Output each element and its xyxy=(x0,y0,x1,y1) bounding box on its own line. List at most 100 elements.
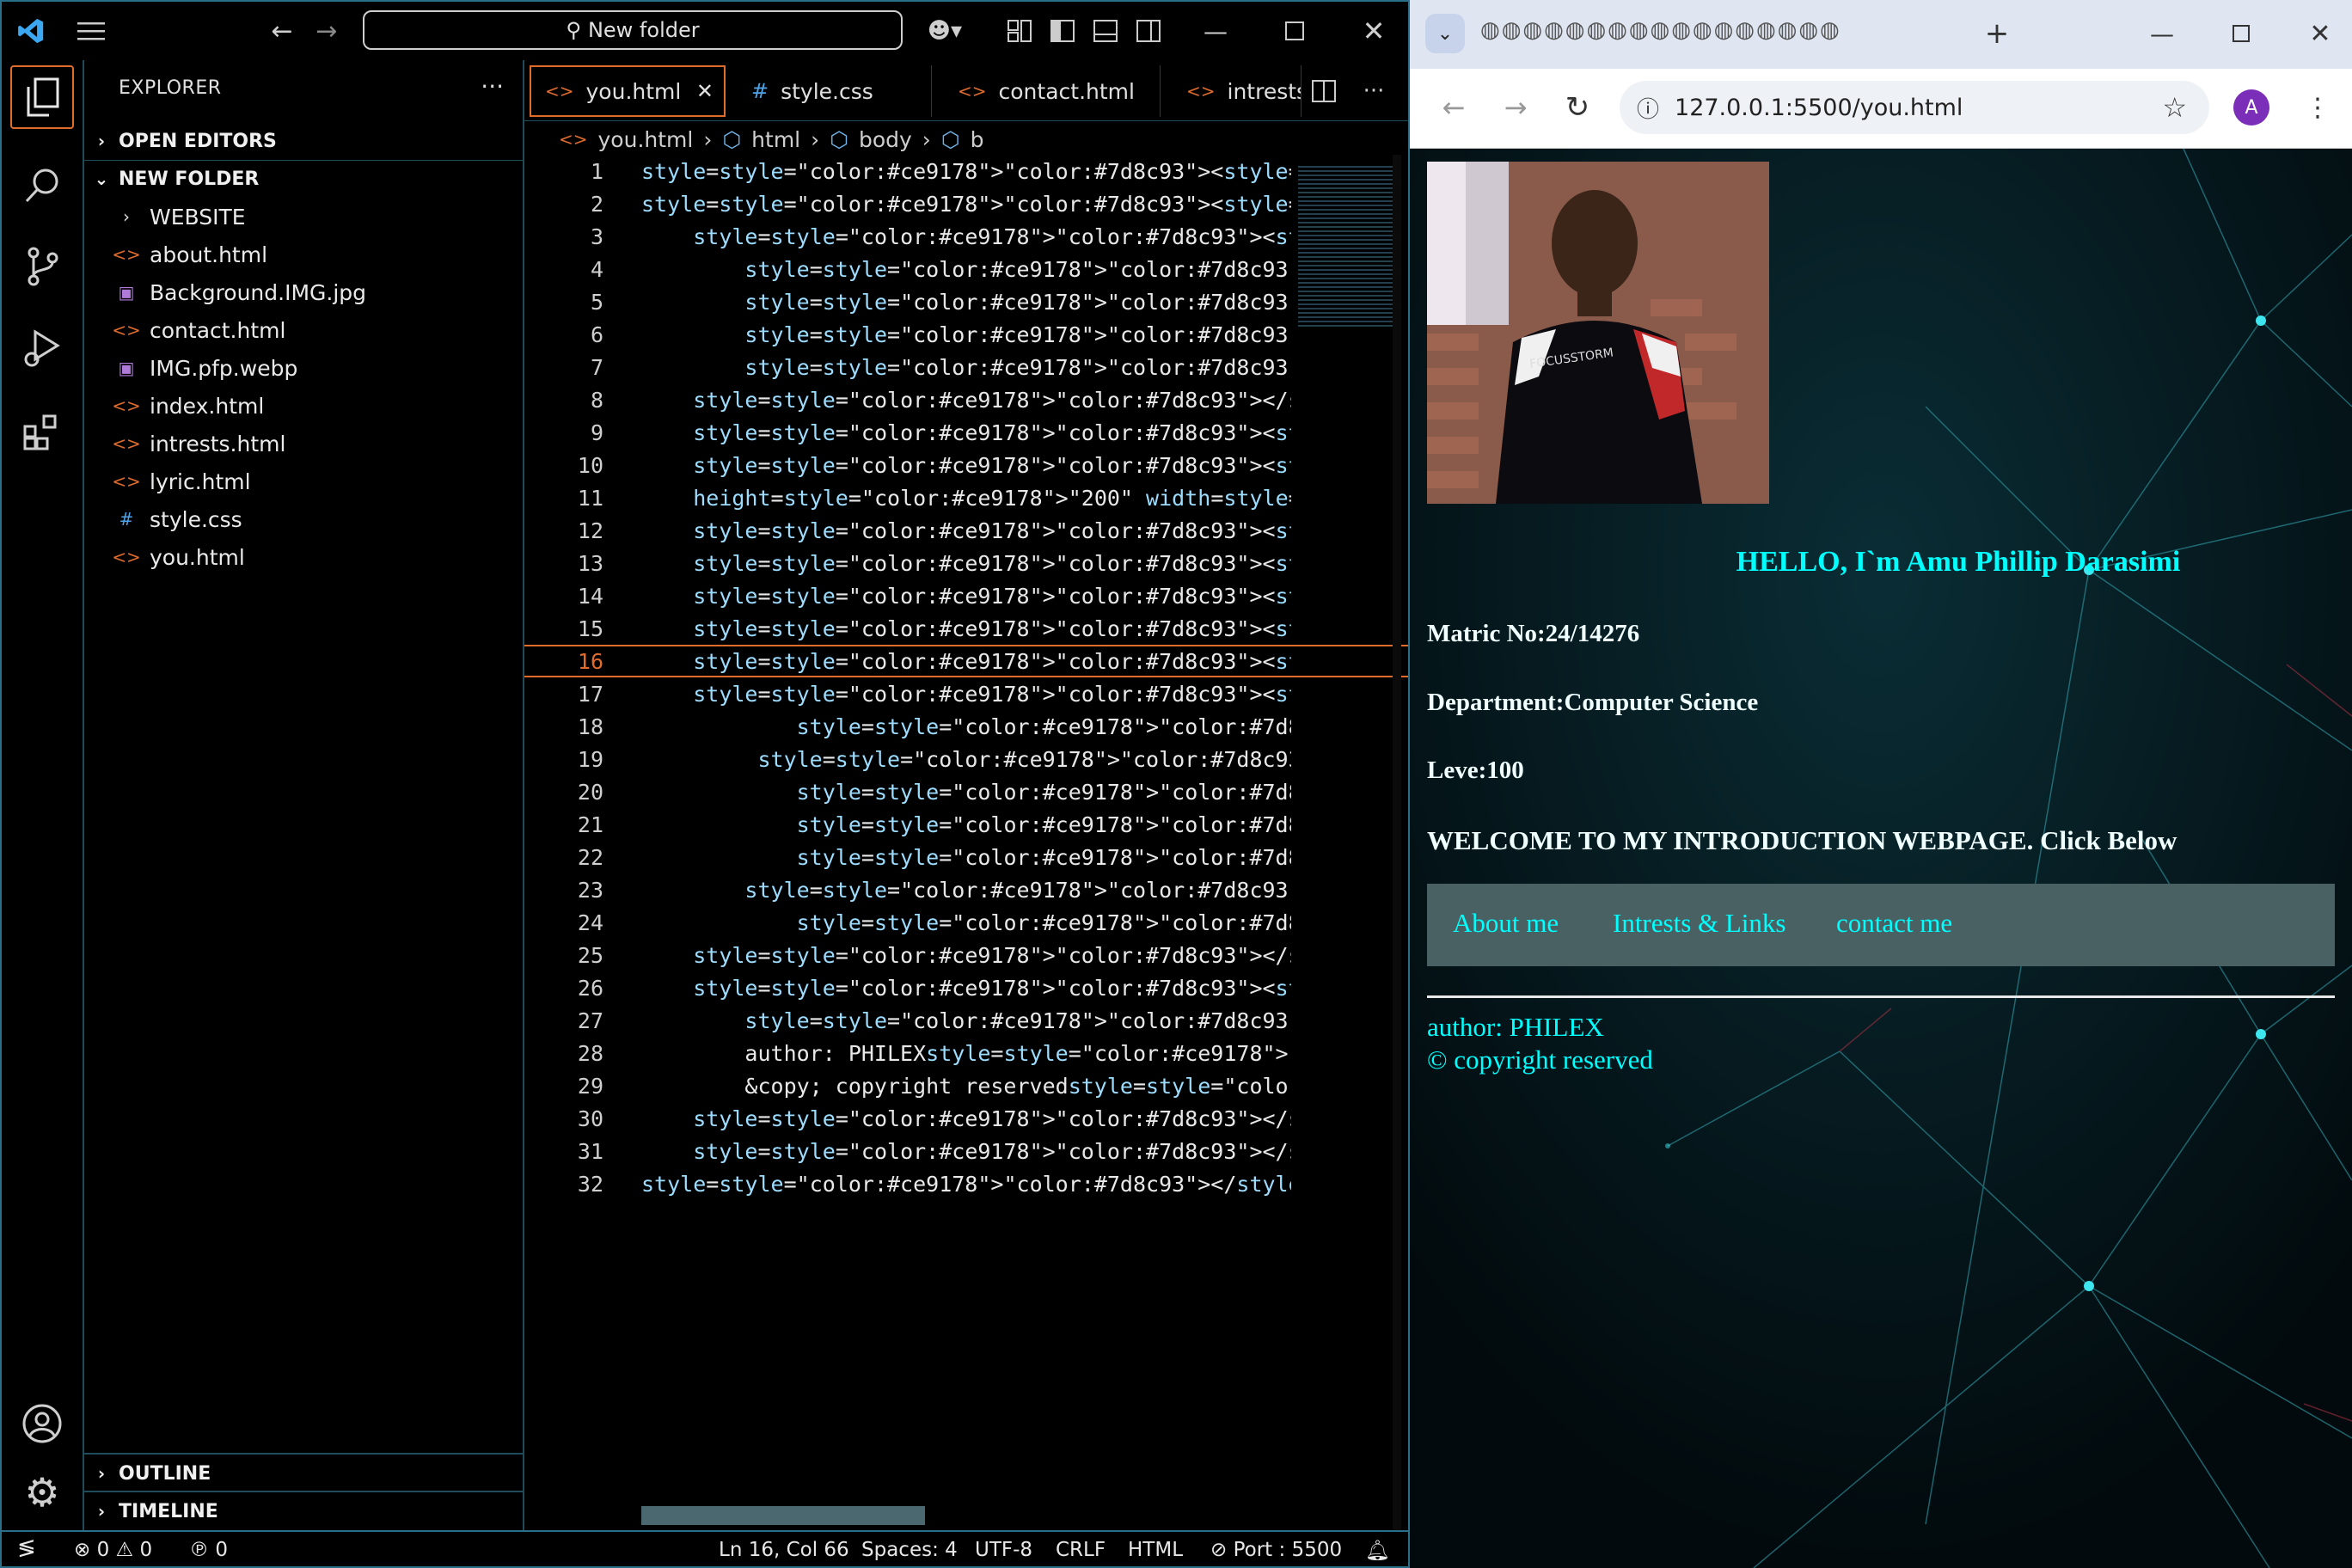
nav-link-contact[interactable]: contact me xyxy=(1836,908,1952,939)
remote-icon[interactable]: ≶ xyxy=(17,1535,36,1561)
file-item[interactable]: # style.css xyxy=(84,500,523,538)
code-line[interactable]: 10 style=style="color:#ce9178">"color:#7… xyxy=(524,449,1408,481)
code-line[interactable]: 8 style=style="color:#ce9178">"color:#7d… xyxy=(524,383,1408,416)
minimap[interactable] xyxy=(1298,163,1400,327)
maximize-icon[interactable] xyxy=(2221,14,2261,53)
cursor-position[interactable]: Ln 16, Col 66 xyxy=(719,1539,849,1561)
search-activity-icon[interactable] xyxy=(2,146,83,225)
nav-link-intrests[interactable]: Intrests & Links xyxy=(1613,908,1786,939)
forward-arrow-icon[interactable]: → xyxy=(1496,88,1535,127)
source-control-activity-icon[interactable] xyxy=(2,227,83,306)
tab-favicon-icon[interactable]: ◍ xyxy=(1735,17,1755,52)
nav-link-about[interactable]: About me xyxy=(1453,908,1559,939)
code-line[interactable]: 23 style=style="color:#ce9178">"color:#7… xyxy=(524,873,1408,906)
explorer-activity-icon[interactable] xyxy=(10,65,74,129)
code-line[interactable]: 15 style=style="color:#ce9178">"color:#7… xyxy=(524,612,1408,645)
file-item[interactable]: <> intrests.html xyxy=(84,425,523,462)
end-of-line[interactable]: CRLF xyxy=(1056,1539,1106,1561)
back-arrow-icon[interactable]: ← xyxy=(1434,88,1473,127)
run-debug-activity-icon[interactable] xyxy=(2,308,83,387)
folder-section[interactable]: ⌄ NEW FOLDER xyxy=(84,162,523,196)
split-editor-icon[interactable] xyxy=(1307,74,1341,108)
problems-indicator[interactable]: ⊗ 0 ⚠ 0 xyxy=(74,1539,152,1561)
tab-favicon-icon[interactable]: ◍ xyxy=(1693,17,1712,52)
tab-favicon-icon[interactable]: ◍ xyxy=(1756,17,1776,52)
minimize-icon[interactable]: — xyxy=(2142,14,2182,53)
breadcrumb-item[interactable]: you.html xyxy=(598,127,694,152)
indentation[interactable]: Spaces: 4 xyxy=(861,1539,958,1561)
copilot-icon[interactable]: ☻▾ xyxy=(923,14,966,48)
code-line[interactable]: 28 author: PHILEXstyle=style="color:#ce9… xyxy=(524,1037,1408,1069)
command-center-search[interactable]: ⚲ New folder xyxy=(363,10,903,50)
file-item[interactable]: <> contact.html xyxy=(84,311,523,349)
tab-favicon-icon[interactable]: ◍ xyxy=(1651,17,1670,52)
tab-favicon-icon[interactable]: ◍ xyxy=(1671,17,1691,52)
menu-icon[interactable] xyxy=(74,15,108,46)
file-item[interactable]: <> about.html xyxy=(84,236,523,273)
tab-you-html[interactable]: <> you.html ✕ xyxy=(530,65,726,117)
toggle-sidebar-icon[interactable] xyxy=(1045,14,1080,48)
open-editors-section[interactable]: › OPEN EDITORS xyxy=(84,124,523,158)
tab-favicon-icon[interactable]: ◍ xyxy=(1565,17,1585,52)
extensions-activity-icon[interactable] xyxy=(2,392,83,471)
forward-arrow-icon[interactable]: → xyxy=(309,14,344,48)
code-line[interactable]: 2 style=style="color:#ce9178">"color:#7d8… xyxy=(524,187,1408,220)
code-line[interactable]: 25 style=style="color:#ce9178">"color:#7… xyxy=(524,939,1408,971)
accounts-icon[interactable] xyxy=(2,1384,83,1463)
more-actions-icon[interactable]: ··· xyxy=(481,72,504,101)
language-mode[interactable]: HTML xyxy=(1128,1539,1183,1561)
ports-indicator[interactable]: ℗ 0 xyxy=(189,1539,228,1561)
breadcrumb-item[interactable]: b xyxy=(971,127,984,152)
horizontal-scrollbar[interactable] xyxy=(641,1506,925,1525)
tab-favicon-icon[interactable]: ◍ xyxy=(1608,17,1627,52)
maximize-icon[interactable] xyxy=(1277,14,1312,48)
reload-icon[interactable]: ↻ xyxy=(1558,88,1597,127)
tab-favicon-icon[interactable]: ◍ xyxy=(1778,17,1798,52)
address-bar[interactable]: ⓘ 127.0.0.1:5500/you.html ☆ xyxy=(1620,81,2209,134)
outline-section[interactable]: › OUTLINE xyxy=(84,1456,523,1491)
customize-layout-icon[interactable] xyxy=(1002,14,1037,48)
code-line[interactable]: 9 style=style="color:#ce9178">"color:#7d… xyxy=(524,416,1408,449)
code-line[interactable]: 18 style=style="color:#ce9178">"color:#7… xyxy=(524,710,1408,743)
close-icon[interactable]: ✕ xyxy=(1357,14,1391,48)
tab-favicon-icon[interactable]: ◍ xyxy=(1798,17,1818,52)
file-item[interactable]: <> you.html xyxy=(84,538,523,576)
code-line[interactable]: 4 style=style="color:#ce9178">"color:#7d… xyxy=(524,253,1408,285)
notifications-bell-icon[interactable]: 🔔︎ xyxy=(1365,1539,1390,1562)
code-line[interactable]: 31 style=style="color:#ce9178">"color:#7… xyxy=(524,1135,1408,1167)
code-line[interactable]: 13 style=style="color:#ce9178">"color:#7… xyxy=(524,547,1408,579)
code-line[interactable]: 3 style=style="color:#ce9178">"color:#7d… xyxy=(524,220,1408,253)
code-line[interactable]: 26 style=style="color:#ce9178">"color:#7… xyxy=(524,971,1408,1004)
more-actions-icon[interactable]: ··· xyxy=(1357,74,1391,108)
code-line[interactable]: 6 style=style="color:#ce9178">"color:#7d… xyxy=(524,318,1408,351)
file-item[interactable]: ▣ IMG.pfp.webp xyxy=(84,349,523,387)
tab-favicon-icon[interactable]: ◍ xyxy=(1544,17,1564,52)
vertical-scrollbar[interactable] xyxy=(1393,155,1401,1530)
encoding[interactable]: UTF-8 xyxy=(975,1539,1032,1561)
bookmark-star-icon[interactable]: ☆ xyxy=(2162,91,2187,124)
code-editor[interactable]: 1 style=style="color:#ce9178">"color:#7d8… xyxy=(524,155,1408,1530)
code-line[interactable]: 7 style=style="color:#ce9178">"color:#7d… xyxy=(524,351,1408,383)
code-line[interactable]: 1 style=style="color:#ce9178">"color:#7d8… xyxy=(524,155,1408,187)
breadcrumb-item[interactable]: body xyxy=(859,127,912,152)
minimize-icon[interactable]: — xyxy=(1198,14,1233,48)
tab-contact-html[interactable]: <> contact.html xyxy=(935,65,1161,117)
tab-favicon-icon[interactable]: ◍ xyxy=(1502,17,1522,52)
code-line[interactable]: 5 style=style="color:#ce9178">"color:#7d… xyxy=(524,285,1408,318)
tab-intrests-html[interactable]: <> intrests.h xyxy=(1164,65,1302,117)
code-line[interactable]: 12 style=style="color:#ce9178">"color:#7… xyxy=(524,514,1408,547)
code-line[interactable]: 14 style=style="color:#ce9178">"color:#7… xyxy=(524,579,1408,612)
code-line[interactable]: 16 style=style="color:#ce9178">"color:#7… xyxy=(524,645,1408,677)
live-server-port[interactable]: ⊘ Port : 5500 xyxy=(1210,1539,1342,1561)
code-line[interactable]: 24 style=style="color:#ce9178">"color:#7… xyxy=(524,906,1408,939)
code-line[interactable]: 17 style=style="color:#ce9178">"color:#7… xyxy=(524,677,1408,710)
tab-style-css[interactable]: # style.css xyxy=(729,65,932,117)
tab-favicon-icon[interactable]: ◍ xyxy=(1480,17,1500,52)
code-line[interactable]: 11 height=style="color:#ce9178">"200" wi… xyxy=(524,481,1408,514)
tab-favicon-icon[interactable]: ◍ xyxy=(1820,17,1840,52)
toggle-panel-icon[interactable] xyxy=(1088,14,1123,48)
more-menu-icon[interactable]: ⋮ xyxy=(2300,88,2335,127)
tab-favicon-icon[interactable]: ◍ xyxy=(1629,17,1649,52)
code-line[interactable]: 29 &copy; copyright reservedstyle=style=… xyxy=(524,1069,1408,1102)
code-line[interactable]: 32 style=style="color:#ce9178">"color:#7d… xyxy=(524,1167,1408,1200)
